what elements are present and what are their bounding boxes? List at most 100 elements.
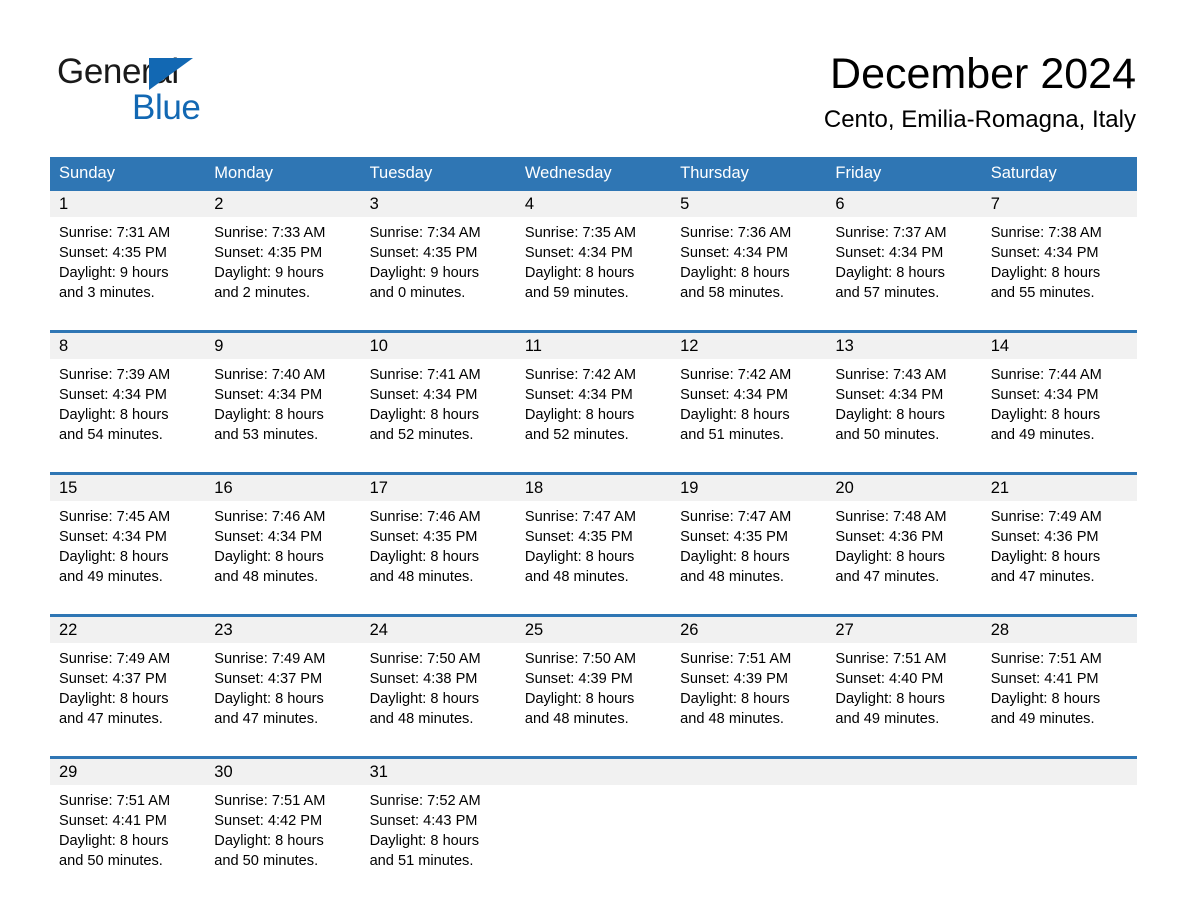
day-cell[interactable]: 3 Sunrise: 7:34 AM Sunset: 4:35 PM Daylight…: [360, 191, 516, 319]
day-cell[interactable]: 30 Sunrise: 7:51 AM Sunset: 4:42 PM Dayligh…: [205, 756, 361, 887]
day-number: 13: [826, 333, 982, 359]
sunset-text: Sunset: 4:36 PM: [835, 529, 944, 545]
day-number: 7: [981, 191, 1137, 217]
day-cell[interactable]: 27 Sunrise: 7:51 AM Sunset: 4:40 PM Dayligh…: [826, 614, 982, 745]
logo-triangle-icon: [149, 58, 193, 90]
day-details: Sunrise: 7:46 AM Sunset: 4:34 PM Daylight:…: [205, 501, 360, 587]
sunrise-sunset-calendar: Sunday Monday Tuesday Wednesday Thursday…: [50, 157, 1137, 887]
day-cell[interactable]: 18 Sunrise: 7:47 AM Sunset: 4:35 PM Dayligh…: [515, 472, 672, 603]
day-cell[interactable]: 13 Sunrise: 7:43 AM Sunset: 4:34 PM Dayligh…: [826, 330, 982, 461]
day-cell[interactable]: 7 Sunrise: 7:38 AM Sunset: 4:34 PM Daylight…: [981, 191, 1137, 319]
daylight-text-line2: and 49 minutes.: [59, 569, 163, 585]
day-cell[interactable]: 21 Sunrise: 7:49 AM Sunset: 4:36 PM Dayligh…: [981, 472, 1137, 603]
daylight-text-line2: and 57 minutes.: [835, 285, 940, 301]
day-cell[interactable]: 28 Sunrise: 7:51 AM Sunset: 4:41 PM Dayligh…: [981, 614, 1137, 745]
daylight-text-line1: Daylight: 8 hours: [680, 265, 790, 281]
day-details: Sunrise: 7:34 AM Sunset: 4:35 PM Daylight:…: [361, 217, 516, 303]
sunrise-text: Sunrise: 7:49 AM: [214, 651, 326, 667]
daylight-text-line1: Daylight: 8 hours: [214, 407, 324, 423]
day-number: 26: [671, 617, 827, 643]
daylight-text-line2: and 2 minutes.: [214, 285, 311, 301]
day-cell[interactable]: 17 Sunrise: 7:46 AM Sunset: 4:35 PM Dayligh…: [360, 472, 516, 603]
day-number: 15: [50, 475, 206, 501]
day-cell[interactable]: 23 Sunrise: 7:49 AM Sunset: 4:37 PM Dayligh…: [205, 614, 361, 745]
daylight-text-line2: and 51 minutes.: [680, 427, 784, 443]
daylight-text-line2: and 49 minutes.: [835, 711, 940, 727]
day-cell[interactable]: 12 Sunrise: 7:42 AM Sunset: 4:34 PM Dayligh…: [671, 330, 827, 461]
daylight-text-line2: and 47 minutes.: [990, 569, 1095, 585]
sunset-text: Sunset: 4:35 PM: [59, 245, 167, 261]
day-cell[interactable]: 11 Sunrise: 7:42 AM Sunset: 4:34 PM Dayligh…: [515, 330, 672, 461]
day-cell[interactable]: 14 Sunrise: 7:44 AM Sunset: 4:34 PM Dayligh…: [981, 330, 1137, 461]
page-header: General Blue December 2024 Cento, Emilia…: [0, 0, 1188, 152]
day-number: 14: [981, 333, 1137, 359]
day-details: Sunrise: 7:49 AM Sunset: 4:36 PM Daylight:…: [982, 501, 1137, 587]
sunrise-text: Sunrise: 7:38 AM: [990, 225, 1102, 241]
day-cell[interactable]: 1 Sunrise: 7:31 AM Sunset: 4:35 PM Daylight…: [50, 191, 206, 319]
day-cell[interactable]: 16 Sunrise: 7:46 AM Sunset: 4:34 PM Dayligh…: [205, 472, 361, 603]
daylight-text-line1: Daylight: 9 hours: [369, 265, 480, 281]
sunset-text: Sunset: 4:34 PM: [59, 529, 167, 545]
sunset-text: Sunset: 4:35 PM: [369, 529, 478, 545]
weekday-header-sunday: Sunday: [50, 157, 206, 191]
day-details: Sunrise: 7:33 AM Sunset: 4:35 PM Daylight:…: [205, 217, 360, 303]
day-details: Sunrise: 7:41 AM Sunset: 4:34 PM Daylight:…: [361, 359, 516, 445]
day-cell[interactable]: 25 Sunrise: 7:50 AM Sunset: 4:39 PM Dayligh…: [515, 614, 672, 745]
sunrise-text: Sunrise: 7:48 AM: [835, 509, 947, 525]
sunset-text: Sunset: 4:42 PM: [214, 813, 323, 829]
sunrise-text: Sunrise: 7:41 AM: [369, 367, 481, 383]
daylight-text-line1: Daylight: 8 hours: [214, 549, 324, 565]
sunrise-text: Sunrise: 7:51 AM: [59, 793, 171, 809]
location-subtitle: Cento, Emilia-Romagna, Italy: [823, 106, 1136, 133]
sunset-text: Sunset: 4:39 PM: [524, 671, 633, 687]
sunrise-text: Sunrise: 7:49 AM: [990, 509, 1102, 525]
day-cell[interactable]: 10 Sunrise: 7:41 AM Sunset: 4:34 PM Dayligh…: [360, 330, 516, 461]
day-cell[interactable]: 2 Sunrise: 7:33 AM Sunset: 4:35 PM Daylight…: [205, 191, 361, 319]
weekday-header-thursday: Thursday: [671, 157, 827, 191]
sunset-text: Sunset: 4:34 PM: [835, 387, 944, 403]
week-spacer: [50, 603, 1137, 616]
day-cell[interactable]: 31 Sunrise: 7:52 AM Sunset: 4:43 PM Dayligh…: [360, 756, 516, 887]
title-block: December 2024 Cento, Emilia-Romagna, Ita…: [824, 48, 1136, 134]
day-details: Sunrise: 7:42 AM Sunset: 4:34 PM Daylight:…: [516, 359, 671, 445]
day-cell[interactable]: 24 Sunrise: 7:50 AM Sunset: 4:38 PM Dayligh…: [360, 614, 516, 745]
daylight-text-line2: and 59 minutes.: [524, 285, 629, 301]
day-cell[interactable]: 5 Sunrise: 7:36 AM Sunset: 4:34 PM Daylight…: [671, 191, 827, 319]
day-cell[interactable]: 26 Sunrise: 7:51 AM Sunset: 4:39 PM Dayligh…: [671, 614, 827, 745]
day-details: Sunrise: 7:43 AM Sunset: 4:34 PM Daylight:…: [826, 359, 981, 445]
sunrise-text: Sunrise: 7:44 AM: [990, 367, 1102, 383]
day-details: Sunrise: 7:49 AM Sunset: 4:37 PM Daylight:…: [50, 643, 205, 729]
sunset-text: Sunset: 4:39 PM: [680, 671, 789, 687]
sunset-text: Sunset: 4:34 PM: [524, 245, 633, 261]
day-details: Sunrise: 7:51 AM Sunset: 4:42 PM Daylight:…: [205, 785, 360, 871]
day-number: 28: [981, 617, 1137, 643]
sunset-text: Sunset: 4:35 PM: [214, 245, 323, 261]
day-cell[interactable]: 19 Sunrise: 7:47 AM Sunset: 4:35 PM Dayligh…: [671, 472, 827, 603]
day-number: 21: [981, 475, 1137, 501]
day-cell[interactable]: 9 Sunrise: 7:40 AM Sunset: 4:34 PM Daylight…: [205, 330, 361, 461]
sunrise-text: Sunrise: 7:39 AM: [59, 367, 171, 383]
day-details: Sunrise: 7:42 AM Sunset: 4:34 PM Daylight:…: [671, 359, 826, 445]
day-cell[interactable]: 22 Sunrise: 7:49 AM Sunset: 4:37 PM Dayligh…: [50, 614, 206, 745]
sunset-text: Sunset: 4:34 PM: [990, 387, 1099, 403]
sunset-text: Sunset: 4:37 PM: [214, 671, 323, 687]
day-cell[interactable]: 8 Sunrise: 7:39 AM Sunset: 4:34 PM Daylight…: [50, 330, 206, 461]
day-details: Sunrise: 7:39 AM Sunset: 4:34 PM Daylight:…: [50, 359, 205, 445]
day-cell[interactable]: 29 Sunrise: 7:51 AM Sunset: 4:41 PM Dayligh…: [50, 756, 206, 887]
daylight-text-line1: Daylight: 8 hours: [835, 407, 945, 423]
daylight-text-line1: Daylight: 8 hours: [680, 691, 790, 707]
sunrise-text: Sunrise: 7:50 AM: [369, 651, 481, 667]
day-number: 2: [205, 191, 361, 217]
daylight-text-line1: Daylight: 8 hours: [990, 549, 1101, 565]
day-cell[interactable]: 15 Sunrise: 7:45 AM Sunset: 4:34 PM Dayligh…: [50, 472, 206, 603]
day-details: Sunrise: 7:51 AM Sunset: 4:41 PM Daylight:…: [50, 785, 205, 871]
daylight-text-line2: and 47 minutes.: [214, 711, 319, 727]
daylight-text-line1: Daylight: 8 hours: [369, 407, 480, 423]
sunrise-text: Sunrise: 7:37 AM: [835, 225, 947, 241]
day-cell[interactable]: 6 Sunrise: 7:37 AM Sunset: 4:34 PM Daylight…: [826, 191, 982, 319]
sunrise-text: Sunrise: 7:50 AM: [524, 651, 636, 667]
day-number: 27: [826, 617, 982, 643]
weekday-header-tuesday: Tuesday: [360, 157, 516, 191]
day-cell[interactable]: 20 Sunrise: 7:48 AM Sunset: 4:36 PM Dayligh…: [826, 472, 982, 603]
day-cell[interactable]: 4 Sunrise: 7:35 AM Sunset: 4:34 PM Daylight…: [515, 191, 672, 319]
